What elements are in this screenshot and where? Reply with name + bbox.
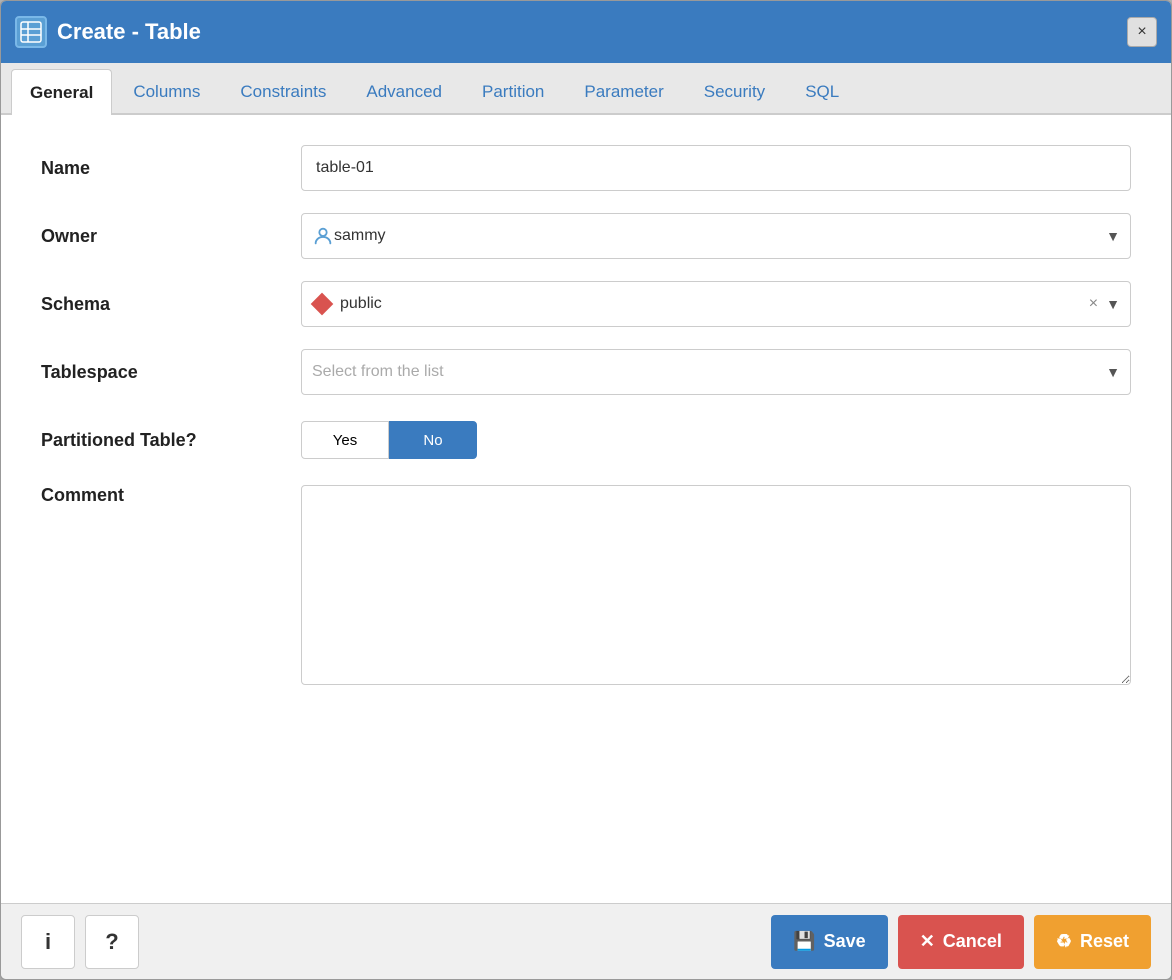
- title-bar-left: Create - Table: [15, 16, 201, 48]
- schema-value: public: [340, 295, 1089, 313]
- table-icon: [15, 16, 47, 48]
- name-row: Name: [41, 145, 1131, 191]
- dialog-title: Create - Table: [57, 19, 201, 45]
- close-button[interactable]: ×: [1127, 17, 1157, 47]
- comment-textarea[interactable]: [301, 485, 1131, 685]
- partitioned-toggle: Yes No: [301, 417, 1131, 463]
- schema-clear-icon[interactable]: ×: [1089, 295, 1098, 313]
- footer-left: i ?: [21, 915, 139, 969]
- tab-bar: General Columns Constraints Advanced Par…: [1, 63, 1171, 115]
- tablespace-select-wrap: Select from the list ▼: [301, 349, 1131, 395]
- partitioned-label: Partitioned Table?: [41, 430, 301, 451]
- footer-right: 💾 Save ✕ Cancel ♻ Reset: [771, 915, 1151, 969]
- user-icon: [312, 225, 334, 247]
- partitioned-toggle-wrap: Yes No: [301, 417, 1131, 463]
- comment-textarea-wrap: [301, 485, 1131, 690]
- tablespace-row: Tablespace Select from the list ▼: [41, 349, 1131, 395]
- schema-diamond-icon: [311, 293, 334, 316]
- info-button[interactable]: i: [21, 915, 75, 969]
- name-label: Name: [41, 158, 301, 179]
- tablespace-placeholder: Select from the list: [312, 363, 1102, 381]
- reset-icon: ♻: [1056, 931, 1072, 952]
- tablespace-select[interactable]: Select from the list ▼: [301, 349, 1131, 395]
- owner-row: Owner sammy ▼: [41, 213, 1131, 259]
- tab-advanced[interactable]: Advanced: [347, 69, 461, 113]
- tab-constraints[interactable]: Constraints: [221, 69, 345, 113]
- schema-label: Schema: [41, 294, 301, 315]
- save-icon: 💾: [793, 931, 815, 952]
- save-label: Save: [824, 931, 866, 952]
- name-input[interactable]: [301, 145, 1131, 191]
- comment-row: Comment: [41, 485, 1131, 690]
- owner-select[interactable]: sammy ▼: [301, 213, 1131, 259]
- create-table-dialog: Create - Table × General Columns Constra…: [0, 0, 1172, 980]
- owner-select-wrap: sammy ▼: [301, 213, 1131, 259]
- tab-sql[interactable]: SQL: [786, 69, 858, 113]
- owner-chevron-icon: ▼: [1106, 228, 1120, 244]
- reset-button[interactable]: ♻ Reset: [1034, 915, 1151, 969]
- schema-select[interactable]: public × ▼: [301, 281, 1131, 327]
- schema-row: Schema public × ▼: [41, 281, 1131, 327]
- partitioned-row: Partitioned Table? Yes No: [41, 417, 1131, 463]
- toggle-no-button[interactable]: No: [389, 421, 477, 459]
- footer: i ? 💾 Save ✕ Cancel ♻ Reset: [1, 903, 1171, 979]
- reset-label: Reset: [1080, 931, 1129, 952]
- help-button[interactable]: ?: [85, 915, 139, 969]
- name-input-wrap: [301, 145, 1131, 191]
- form-content: Name Owner sammy ▼ Schema: [1, 115, 1171, 903]
- save-button[interactable]: 💾 Save: [771, 915, 887, 969]
- tab-general[interactable]: General: [11, 69, 112, 115]
- tab-columns[interactable]: Columns: [114, 69, 219, 113]
- tab-partition[interactable]: Partition: [463, 69, 563, 113]
- comment-label: Comment: [41, 485, 301, 506]
- owner-label: Owner: [41, 226, 301, 247]
- tab-parameter[interactable]: Parameter: [565, 69, 682, 113]
- schema-select-wrap: public × ▼: [301, 281, 1131, 327]
- title-bar: Create - Table ×: [1, 1, 1171, 63]
- cancel-icon: ✕: [920, 931, 935, 952]
- tablespace-chevron-icon: ▼: [1106, 364, 1120, 380]
- cancel-label: Cancel: [943, 931, 1002, 952]
- schema-chevron-icon: ▼: [1106, 296, 1120, 312]
- tab-security[interactable]: Security: [685, 69, 784, 113]
- cancel-button[interactable]: ✕ Cancel: [898, 915, 1024, 969]
- toggle-yes-button[interactable]: Yes: [301, 421, 389, 459]
- owner-value: sammy: [334, 227, 1102, 245]
- tablespace-label: Tablespace: [41, 362, 301, 383]
